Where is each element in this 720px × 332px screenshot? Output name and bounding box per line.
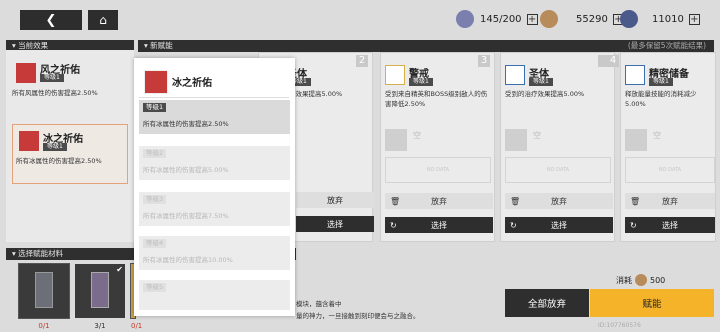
shard-count: 11010	[652, 13, 684, 25]
module-icon	[35, 272, 53, 308]
empty-slot[interactable]	[625, 129, 647, 151]
talent-card-4[interactable]: 4 精密储备 等级1 释放能量技能的消耗减少5.00% 空 NO DATA 🗑 放…	[607, 52, 716, 242]
level-row: 等级5	[139, 280, 290, 310]
user-id: ID:107760576	[598, 322, 641, 329]
select-button[interactable]: 选择	[296, 216, 374, 232]
talent-card-2[interactable]: 3 警戒 等级1 受到来自精英和BOSS级别敌人的伤害降低2.50% 空 NO …	[380, 52, 495, 242]
coin-icon	[540, 10, 558, 28]
discard-all-button[interactable]: 全部放弃	[505, 289, 589, 317]
home-button[interactable]: ⌂	[88, 10, 118, 30]
swap-icon: ↻	[630, 220, 637, 230]
swap-icon: ↻	[510, 220, 517, 230]
resource-shard: 11010 +	[620, 10, 700, 28]
max-hint: (最多保留5次赋能结果)	[627, 41, 706, 50]
shard-add-button[interactable]: +	[688, 13, 700, 25]
select-button[interactable]: ↻ 选择	[505, 217, 613, 233]
trash-icon: 🗑	[390, 196, 401, 206]
empty-slot[interactable]	[385, 129, 407, 151]
gem-icon	[456, 10, 474, 28]
select-button[interactable]: ↻ 选择	[385, 217, 493, 233]
talent-card-3[interactable]: 圣体 等级1 受到的治疗效果提高5.00% 空 NO DATA 🗑 放弃 ↻ 选择	[500, 52, 615, 242]
ice-emblem-icon	[144, 70, 168, 94]
module-icon	[91, 272, 109, 308]
star-shard-icon	[620, 10, 638, 28]
discard-button[interactable]: 🗑 放弃	[625, 193, 715, 209]
level-row: 等级1 所有冰属性的伤害提高2.50%	[139, 100, 290, 134]
cost-display: 消耗 500	[616, 274, 666, 286]
wind-emblem-icon	[16, 63, 36, 83]
energy-storage-icon	[625, 65, 645, 85]
back-arrow-icon: ❮	[45, 12, 57, 28]
effect-card-ice[interactable]: 冰之祈佑 等级1 所有冰属性的伤害提高2.50%	[12, 124, 128, 184]
trash-icon: 🗑	[630, 196, 641, 206]
material-slot-2[interactable]: ✔ 3/1	[74, 263, 126, 330]
discard-button[interactable]: 🗑 放弃	[505, 193, 613, 209]
alert-shield-icon	[385, 65, 405, 85]
level-row: 等级3 所有冰属性的伤害提高7.50%	[139, 192, 290, 226]
discard-button[interactable]: 放弃	[296, 192, 374, 208]
ice-emblem-icon	[19, 131, 39, 151]
body-shield-icon	[505, 65, 525, 85]
empower-button[interactable]: 赋能	[590, 289, 714, 317]
divider	[139, 97, 289, 98]
swap-icon: ↻	[390, 220, 397, 230]
discard-button[interactable]: 🗑 放弃	[385, 193, 493, 209]
back-button[interactable]: ❮	[20, 10, 82, 30]
level-row: 等级2 所有冰属性的伤害提高5.00%	[139, 146, 290, 180]
coin-count: 55290	[576, 13, 608, 25]
select-button[interactable]: ↻ 选择	[625, 217, 715, 233]
gem-count: 145/200	[480, 13, 522, 25]
effect-card-wind[interactable]: 风之祈佑 等级1 所有风属性的伤害提高2.50%	[12, 61, 130, 101]
material-slot-1[interactable]: 0/1	[18, 263, 70, 330]
level-row: 等级4 所有冰属性的伤害提高10.00%	[139, 236, 290, 270]
checkmark-icon: ✔	[116, 265, 123, 274]
empty-slot[interactable]	[505, 129, 527, 151]
trash-icon: 🗑	[510, 196, 521, 206]
new-talents-header: ▾ 新赋能 (最多保留5次赋能结果)	[138, 40, 714, 52]
resource-gem: 145/200 +	[456, 10, 538, 28]
gem-add-button[interactable]: +	[526, 13, 538, 25]
home-icon: ⌂	[99, 13, 107, 27]
coin-icon	[635, 274, 647, 286]
resource-coin: 55290 +	[540, 10, 624, 28]
talent-detail-popup: 冰之祈佑 等级1 所有冰属性的伤害提高2.50% 等级2 所有冰属性的伤害提高5…	[134, 58, 295, 316]
